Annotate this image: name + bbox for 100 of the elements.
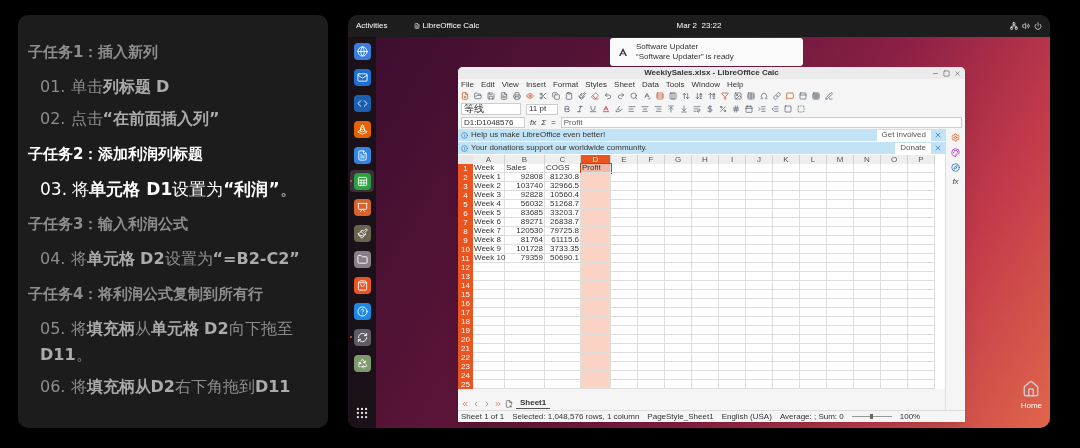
copy-icon[interactable] <box>552 92 560 100</box>
compass-icon[interactable] <box>951 163 960 172</box>
calendar-icon[interactable] <box>745 105 753 113</box>
slider-thumb[interactable] <box>870 414 874 419</box>
volume-icon[interactable] <box>1022 22 1030 30</box>
first-sheet-icon[interactable] <box>461 399 469 408</box>
row-header[interactable]: 12 <box>458 263 473 272</box>
column-header[interactable]: L <box>800 155 827 164</box>
sort-ascending-icon[interactable] <box>695 92 703 100</box>
corner-cell[interactable] <box>458 155 473 164</box>
column-header[interactable]: J <box>746 155 773 164</box>
row-header[interactable]: 10 <box>458 245 473 254</box>
row-header[interactable]: 21 <box>458 344 473 353</box>
row-header[interactable]: 13 <box>458 272 473 281</box>
search-icon[interactable] <box>630 92 638 100</box>
align-left-icon[interactable] <box>628 105 636 113</box>
redo-icon[interactable] <box>617 92 625 100</box>
outdent-icon[interactable] <box>771 105 779 113</box>
column-header[interactable]: F <box>638 155 665 164</box>
font-size-field[interactable]: 11 pt <box>526 103 558 115</box>
row-header[interactable]: 19 <box>458 326 473 335</box>
image-icon[interactable] <box>734 92 742 100</box>
percent-icon[interactable] <box>719 105 727 113</box>
columns-icon[interactable] <box>669 92 677 100</box>
currency-icon[interactable] <box>706 105 714 113</box>
menu-item[interactable]: Format <box>552 80 579 89</box>
palette-icon[interactable] <box>951 148 960 157</box>
previous-sheet-icon[interactable] <box>472 399 480 408</box>
function-button[interactable]: fx <box>952 178 959 186</box>
menu-item[interactable]: Help <box>727 80 744 89</box>
underline-icon[interactable] <box>589 105 597 113</box>
power-icon[interactable] <box>1034 22 1042 30</box>
activities-button[interactable]: Activities <box>356 20 388 32</box>
row-header[interactable]: 24 <box>458 371 473 380</box>
paintbrush-icon[interactable] <box>578 92 586 100</box>
row-header[interactable]: 6 <box>458 209 473 218</box>
scissors-icon[interactable] <box>539 92 547 100</box>
new-file-icon[interactable] <box>461 92 469 100</box>
formula-symbol[interactable]: Σ <box>541 118 547 127</box>
column-header[interactable]: P <box>908 155 935 164</box>
close-icon[interactable] <box>954 70 961 77</box>
row-header[interactable]: 8 <box>458 227 473 236</box>
row-header[interactable]: 22 <box>458 353 473 362</box>
align-right-icon[interactable] <box>654 105 662 113</box>
menu-item[interactable]: Edit <box>480 80 495 89</box>
sheet-tab[interactable]: Sheet1 <box>516 398 551 409</box>
notification[interactable]: Software Updater “Software Updater” is ready <box>610 38 803 66</box>
menu-item[interactable]: Sheet <box>614 80 635 89</box>
omega-icon[interactable] <box>760 92 768 100</box>
italic-icon[interactable] <box>576 105 584 113</box>
table-icon[interactable] <box>747 92 755 100</box>
menu-item[interactable]: View <box>501 80 519 89</box>
menu-item[interactable]: Insert <box>525 80 546 89</box>
row-header[interactable]: 11 <box>458 254 473 263</box>
highlighter-icon[interactable] <box>615 105 623 113</box>
comment-icon[interactable] <box>786 92 794 100</box>
column-header[interactable]: H <box>692 155 719 164</box>
menu-item[interactable]: Window <box>691 80 720 89</box>
gear-icon[interactable] <box>951 133 960 142</box>
menu-item[interactable]: Data <box>641 80 659 89</box>
menu-item[interactable]: File <box>461 80 474 89</box>
row-header[interactable]: 25 <box>458 380 473 389</box>
formula-input[interactable]: Profit <box>560 117 962 128</box>
column-header[interactable]: O <box>881 155 908 164</box>
close-icon[interactable] <box>934 144 942 152</box>
sort-icon[interactable] <box>682 92 690 100</box>
last-sheet-icon[interactable] <box>494 399 502 408</box>
column-header[interactable]: G <box>665 155 692 164</box>
link-icon[interactable] <box>773 92 781 100</box>
row-header[interactable]: 1 <box>458 164 473 173</box>
row-header[interactable]: 16 <box>458 299 473 308</box>
menu-item[interactable]: Styles <box>585 80 608 89</box>
row-header[interactable]: 23 <box>458 362 473 371</box>
preview-icon[interactable] <box>526 92 534 100</box>
row-header[interactable]: 17 <box>458 308 473 317</box>
next-sheet-icon[interactable] <box>483 399 491 408</box>
align-center-icon[interactable] <box>641 105 649 113</box>
sort-descending-icon[interactable] <box>708 92 716 100</box>
row-header[interactable]: 3 <box>458 182 473 191</box>
filter-icon[interactable] <box>721 92 729 100</box>
wrap-text-icon[interactable] <box>693 105 701 113</box>
info-bar-button[interactable]: Donate <box>895 142 931 154</box>
printer-icon[interactable] <box>513 92 521 100</box>
formula-symbol[interactable]: = <box>551 118 556 127</box>
column-header[interactable]: B <box>505 155 545 164</box>
maximize-icon[interactable] <box>943 70 950 77</box>
column-header[interactable]: C <box>545 155 581 164</box>
column-header[interactable]: K <box>773 155 800 164</box>
eraser-icon[interactable] <box>591 92 599 100</box>
close-icon[interactable] <box>934 131 942 139</box>
menu-item[interactable]: Tools <box>665 80 685 89</box>
row-header[interactable]: 18 <box>458 317 473 326</box>
row-header[interactable]: 5 <box>458 200 473 209</box>
apps-grid-icon[interactable] <box>355 406 369 420</box>
column-header[interactable]: I <box>719 155 746 164</box>
add-sheet-icon[interactable] <box>505 399 513 408</box>
row-header[interactable]: 7 <box>458 218 473 227</box>
font-name-field[interactable]: 等线 <box>461 103 521 115</box>
info-bar-button[interactable]: Get involved <box>876 129 931 141</box>
row-header[interactable]: 14 <box>458 281 473 290</box>
